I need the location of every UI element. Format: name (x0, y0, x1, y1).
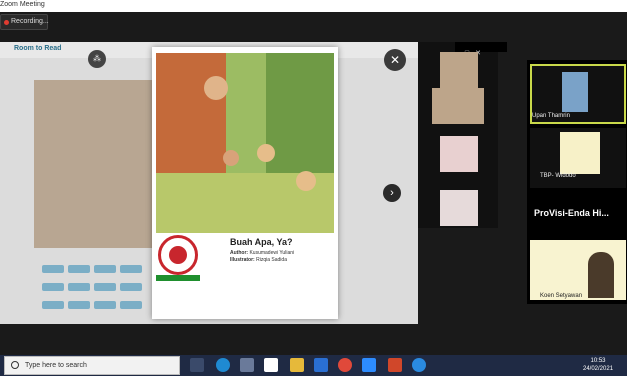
edge-icon[interactable] (216, 358, 230, 372)
clock-date: 24/02/2021 (583, 366, 614, 372)
video-tile[interactable] (432, 88, 484, 124)
chrome-icon[interactable] (338, 358, 352, 372)
app-icon[interactable] (412, 358, 426, 372)
tag[interactable] (120, 283, 142, 291)
tag[interactable] (94, 301, 116, 309)
taskbar-search[interactable]: Type here to search (4, 356, 180, 375)
file-explorer-icon[interactable] (290, 358, 304, 372)
author-name: Kusumadewi Yuliani (249, 250, 295, 256)
author-label: Author: (230, 250, 249, 256)
gallery-window-controls: –□✕ (455, 42, 507, 57)
tag-list (40, 262, 150, 316)
publisher-logo (158, 235, 198, 275)
app-icon[interactable] (264, 358, 278, 372)
tag[interactable] (94, 283, 116, 291)
task-view-icon[interactable] (190, 358, 204, 372)
close-icon[interactable]: ✕ (384, 49, 406, 71)
brand-text: Room to Read (14, 45, 62, 52)
tag[interactable] (42, 301, 64, 309)
tag[interactable] (120, 265, 142, 273)
book-modal: Buah Apa, Ya? Author: Kusumadewi Yuliani… (152, 47, 338, 319)
recording-label: Recording... (11, 18, 49, 25)
background-illustration (34, 80, 152, 248)
search-icon (11, 361, 19, 369)
illustrator-name: Rizqia Sadida (256, 257, 287, 263)
video-tile[interactable] (440, 136, 478, 172)
participant-name: ProVisi-Enda Hi... (534, 208, 609, 218)
tag[interactable] (68, 265, 90, 273)
tag[interactable] (120, 301, 142, 309)
tag[interactable] (42, 283, 64, 291)
window-titlebar: Zoom Meeting (0, 0, 627, 12)
participant-name: Upan Thamrin (532, 113, 570, 119)
next-arrow-icon[interactable]: › (383, 184, 401, 202)
book-title: Buah Apa, Ya? (230, 237, 293, 247)
search-placeholder: Type here to search (25, 362, 87, 369)
recording-indicator[interactable]: Recording... (0, 14, 49, 30)
taskbar-clock[interactable]: 10:53 24/02/2021 (583, 357, 613, 373)
illustrator-label: Illustrator: (230, 257, 255, 263)
record-icon (4, 20, 9, 25)
clock-time: 10:53 (590, 358, 606, 364)
powerpoint-icon[interactable] (388, 358, 402, 372)
participant-name: TBP- Widodo (540, 173, 576, 179)
cover-illustration (156, 53, 334, 233)
participant-name: Koen Setyawan (540, 293, 583, 299)
video-tile[interactable] (440, 52, 478, 88)
participant-tile[interactable] (530, 128, 626, 188)
illustrator-line: Illustrator: Rizqia Sadida (230, 257, 287, 263)
tag[interactable] (68, 301, 90, 309)
book-cover (156, 53, 334, 233)
mail-icon[interactable] (314, 358, 328, 372)
app-icon[interactable] (240, 358, 254, 372)
tag[interactable] (68, 283, 90, 291)
video-tile[interactable] (440, 190, 478, 226)
window-title: Zoom Meeting (0, 1, 45, 8)
author-line: Author: Kusumadewi Yuliani (230, 250, 294, 256)
tag[interactable] (42, 265, 64, 273)
tag[interactable] (94, 265, 116, 273)
level-badge (156, 275, 200, 281)
zoom-icon[interactable] (362, 358, 376, 372)
grid-icon[interactable]: ⁂ (88, 50, 106, 68)
participant-tile[interactable] (530, 240, 626, 300)
